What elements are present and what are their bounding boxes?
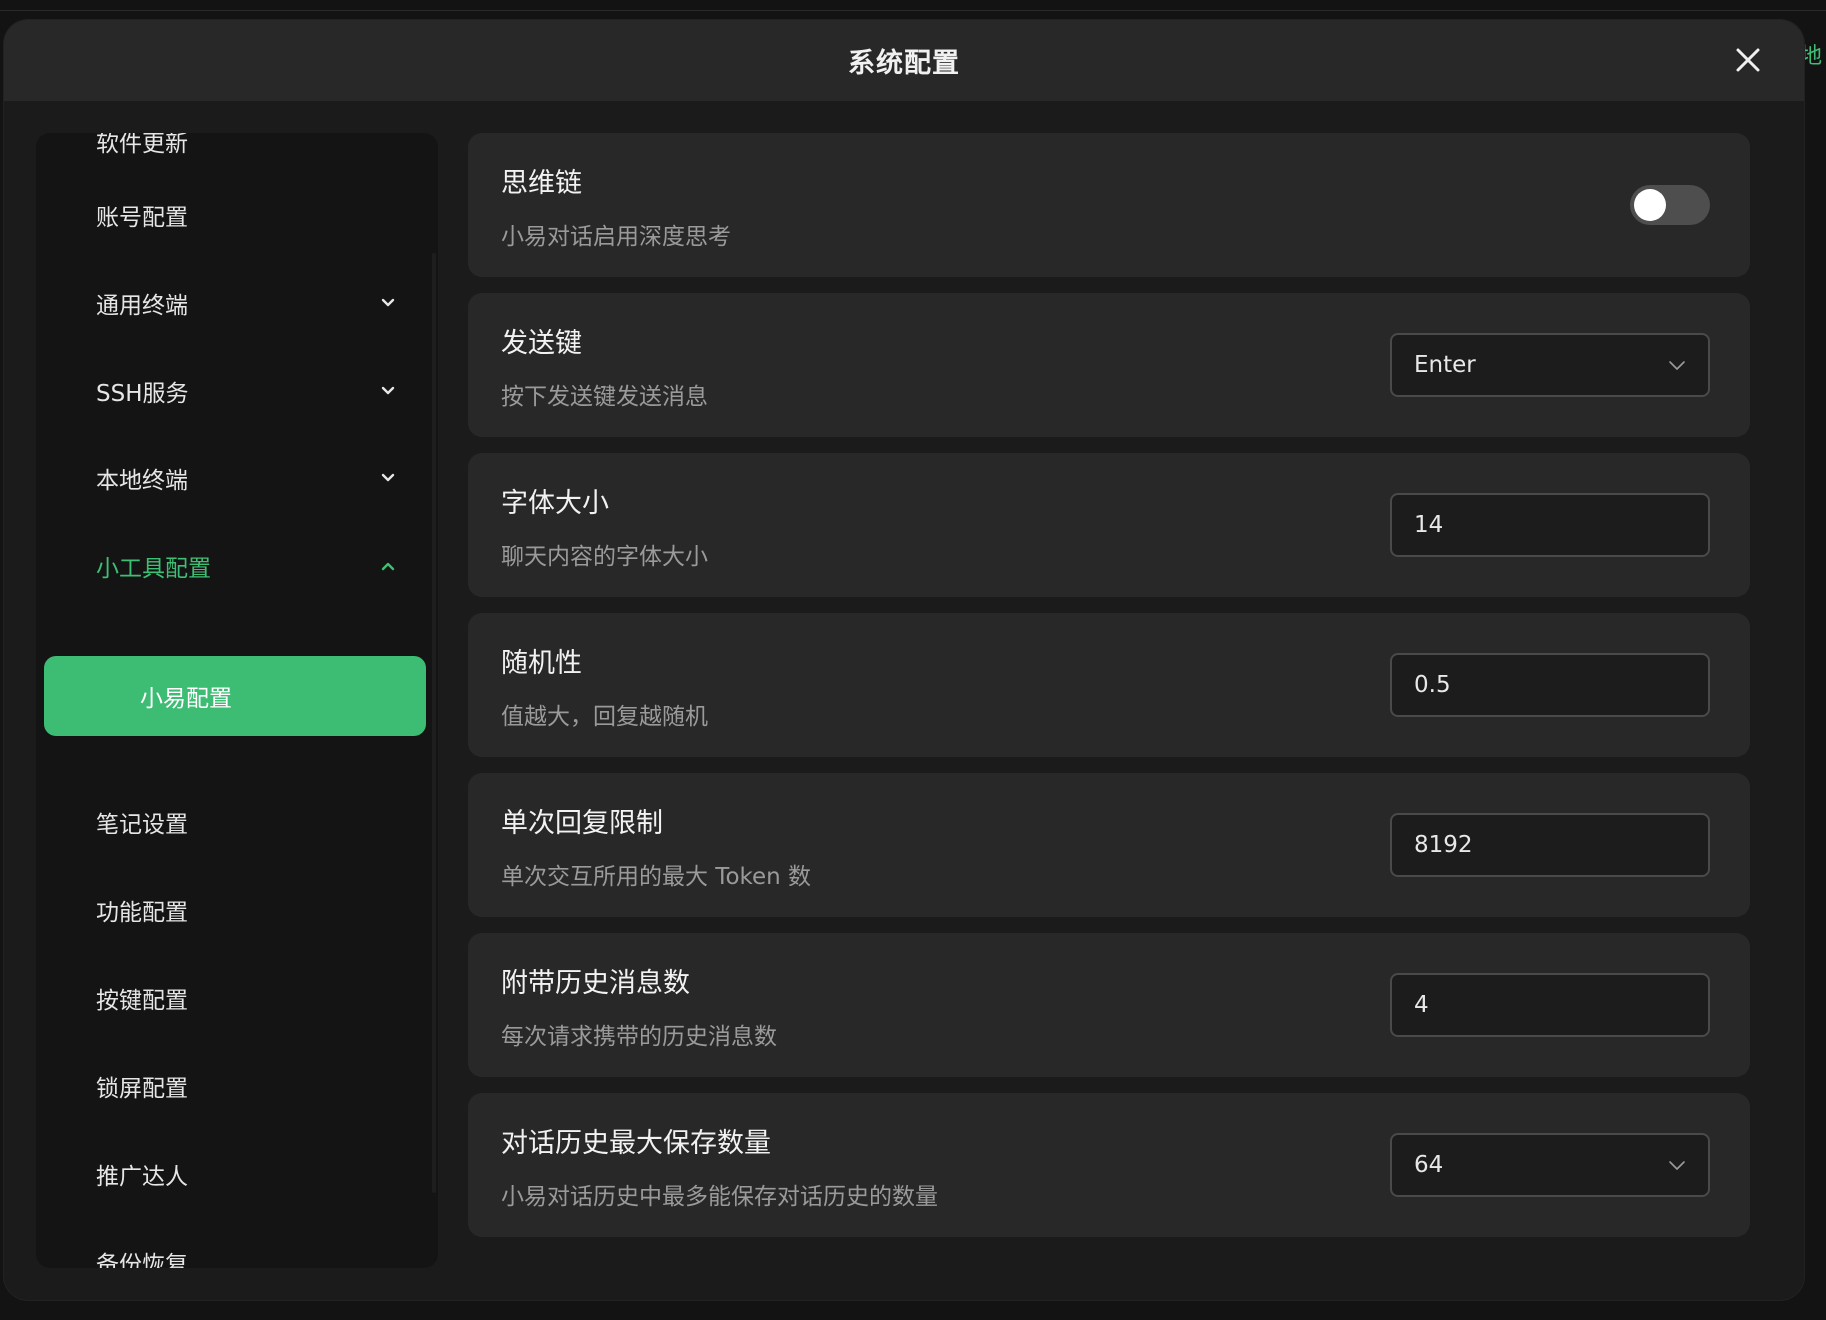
sidebar-item-software-update[interactable]: 软件更新	[36, 133, 436, 171]
sidebar-item-label: 按键配置	[96, 988, 188, 1014]
dialog-header: 系统配置	[4, 20, 1804, 101]
select-value: Enter	[1414, 352, 1476, 378]
chevron-down-icon	[1669, 1161, 1685, 1170]
dialog-title: 系统配置	[848, 48, 960, 79]
setting-card-chain-of-thought: 思维链 小易对话启用深度思考	[468, 133, 1750, 277]
setting-card-font-size: 字体大小 聊天内容的字体大小	[468, 453, 1750, 597]
setting-title: 对话历史最大保存数量	[501, 1128, 771, 1159]
randomness-field[interactable]	[1390, 653, 1710, 717]
sidebar-item-label: 账号配置	[96, 205, 188, 231]
sidebar-item-label: SSH服务	[96, 381, 189, 407]
setting-description: 小易对话启用深度思考	[501, 224, 731, 250]
settings-sidebar: 软件更新 账号配置 通用终端 SSH服务 本地终端 小工具配置 小易配置 笔记设…	[36, 133, 438, 1268]
sidebar-item-ssh[interactable]: SSH服务	[36, 361, 436, 421]
history-count-input[interactable]	[1414, 992, 1674, 1018]
setting-title: 附带历史消息数	[501, 968, 690, 999]
setting-description: 每次请求携带的历史消息数	[501, 1024, 777, 1050]
setting-title: 单次回复限制	[501, 808, 663, 839]
chevron-down-icon	[1669, 361, 1685, 370]
sidebar-item-label: 本地终端	[96, 468, 188, 494]
sidebar-item-notes[interactable]: 笔记设置	[36, 792, 436, 852]
send-key-select[interactable]: Enter	[1390, 333, 1710, 397]
sidebar-item-promoter[interactable]: 推广达人	[36, 1144, 436, 1204]
background-divider	[0, 10, 1826, 11]
chevron-down-icon	[381, 298, 395, 307]
sidebar-item-label: 小易配置	[140, 686, 232, 712]
chevron-down-icon	[381, 386, 395, 395]
toggle-knob	[1634, 189, 1666, 221]
randomness-input[interactable]	[1414, 672, 1674, 698]
sidebar-item-tools[interactable]: 小工具配置	[36, 536, 436, 596]
sidebar-item-label: 通用终端	[96, 293, 188, 319]
font-size-field[interactable]	[1390, 493, 1710, 557]
chevron-up-icon	[381, 562, 395, 571]
setting-card-history-count: 附带历史消息数 每次请求携带的历史消息数	[468, 933, 1750, 1077]
sidebar-item-label: 功能配置	[96, 900, 188, 926]
setting-description: 按下发送键发送消息	[501, 384, 708, 410]
sidebar-item-lock-screen[interactable]: 锁屏配置	[36, 1056, 436, 1116]
settings-dialog: 系统配置 软件更新 账号配置 通用终端 SSH服务 本地终端 小工具配置 小易配…	[4, 20, 1804, 1300]
sidebar-item-xiaoyi-config[interactable]: 小易配置	[44, 656, 426, 736]
sidebar-item-label: 备份恢复	[96, 1252, 188, 1268]
setting-card-randomness: 随机性 值越大，回复越随机	[468, 613, 1750, 757]
max-history-saved-select[interactable]: 64	[1390, 1133, 1710, 1197]
chevron-down-icon	[381, 473, 395, 482]
sidebar-item-account[interactable]: 账号配置	[36, 185, 436, 245]
setting-title: 随机性	[501, 648, 582, 679]
setting-card-max-tokens: 单次回复限制 单次交互所用的最大 Token 数	[468, 773, 1750, 917]
sidebar-item-local-terminal[interactable]: 本地终端	[36, 448, 436, 508]
sidebar-item-label: 小工具配置	[96, 556, 211, 582]
sidebar-item-features[interactable]: 功能配置	[36, 880, 436, 940]
close-button[interactable]	[1730, 42, 1766, 78]
setting-description: 小易对话历史中最多能保存对话历史的数量	[501, 1184, 938, 1210]
sidebar-item-label: 锁屏配置	[96, 1076, 188, 1102]
history-count-field[interactable]	[1390, 973, 1710, 1037]
sidebar-item-label: 软件更新	[96, 133, 188, 157]
setting-title: 字体大小	[501, 488, 609, 519]
font-size-input[interactable]	[1414, 512, 1674, 538]
setting-description: 聊天内容的字体大小	[501, 544, 708, 570]
chain-of-thought-toggle[interactable]	[1630, 185, 1710, 225]
setting-title: 发送键	[501, 328, 582, 359]
setting-card-max-history-saved: 对话历史最大保存数量 小易对话历史中最多能保存对话历史的数量 64	[468, 1093, 1750, 1237]
max-tokens-input[interactable]	[1414, 832, 1674, 858]
sidebar-item-general-terminal[interactable]: 通用终端	[36, 273, 436, 333]
sidebar-item-label: 笔记设置	[96, 812, 188, 838]
select-value: 64	[1414, 1152, 1444, 1178]
setting-description: 值越大，回复越随机	[501, 704, 708, 730]
setting-title: 思维链	[501, 168, 582, 199]
sidebar-item-backup-restore[interactable]: 备份恢复	[36, 1232, 436, 1268]
max-tokens-field[interactable]	[1390, 813, 1710, 877]
sidebar-item-label: 推广达人	[96, 1164, 188, 1190]
setting-description: 单次交互所用的最大 Token 数	[501, 864, 812, 890]
setting-card-send-key: 发送键 按下发送键发送消息 Enter	[468, 293, 1750, 437]
close-icon	[1736, 48, 1760, 72]
sidebar-item-keybindings[interactable]: 按键配置	[36, 968, 436, 1028]
